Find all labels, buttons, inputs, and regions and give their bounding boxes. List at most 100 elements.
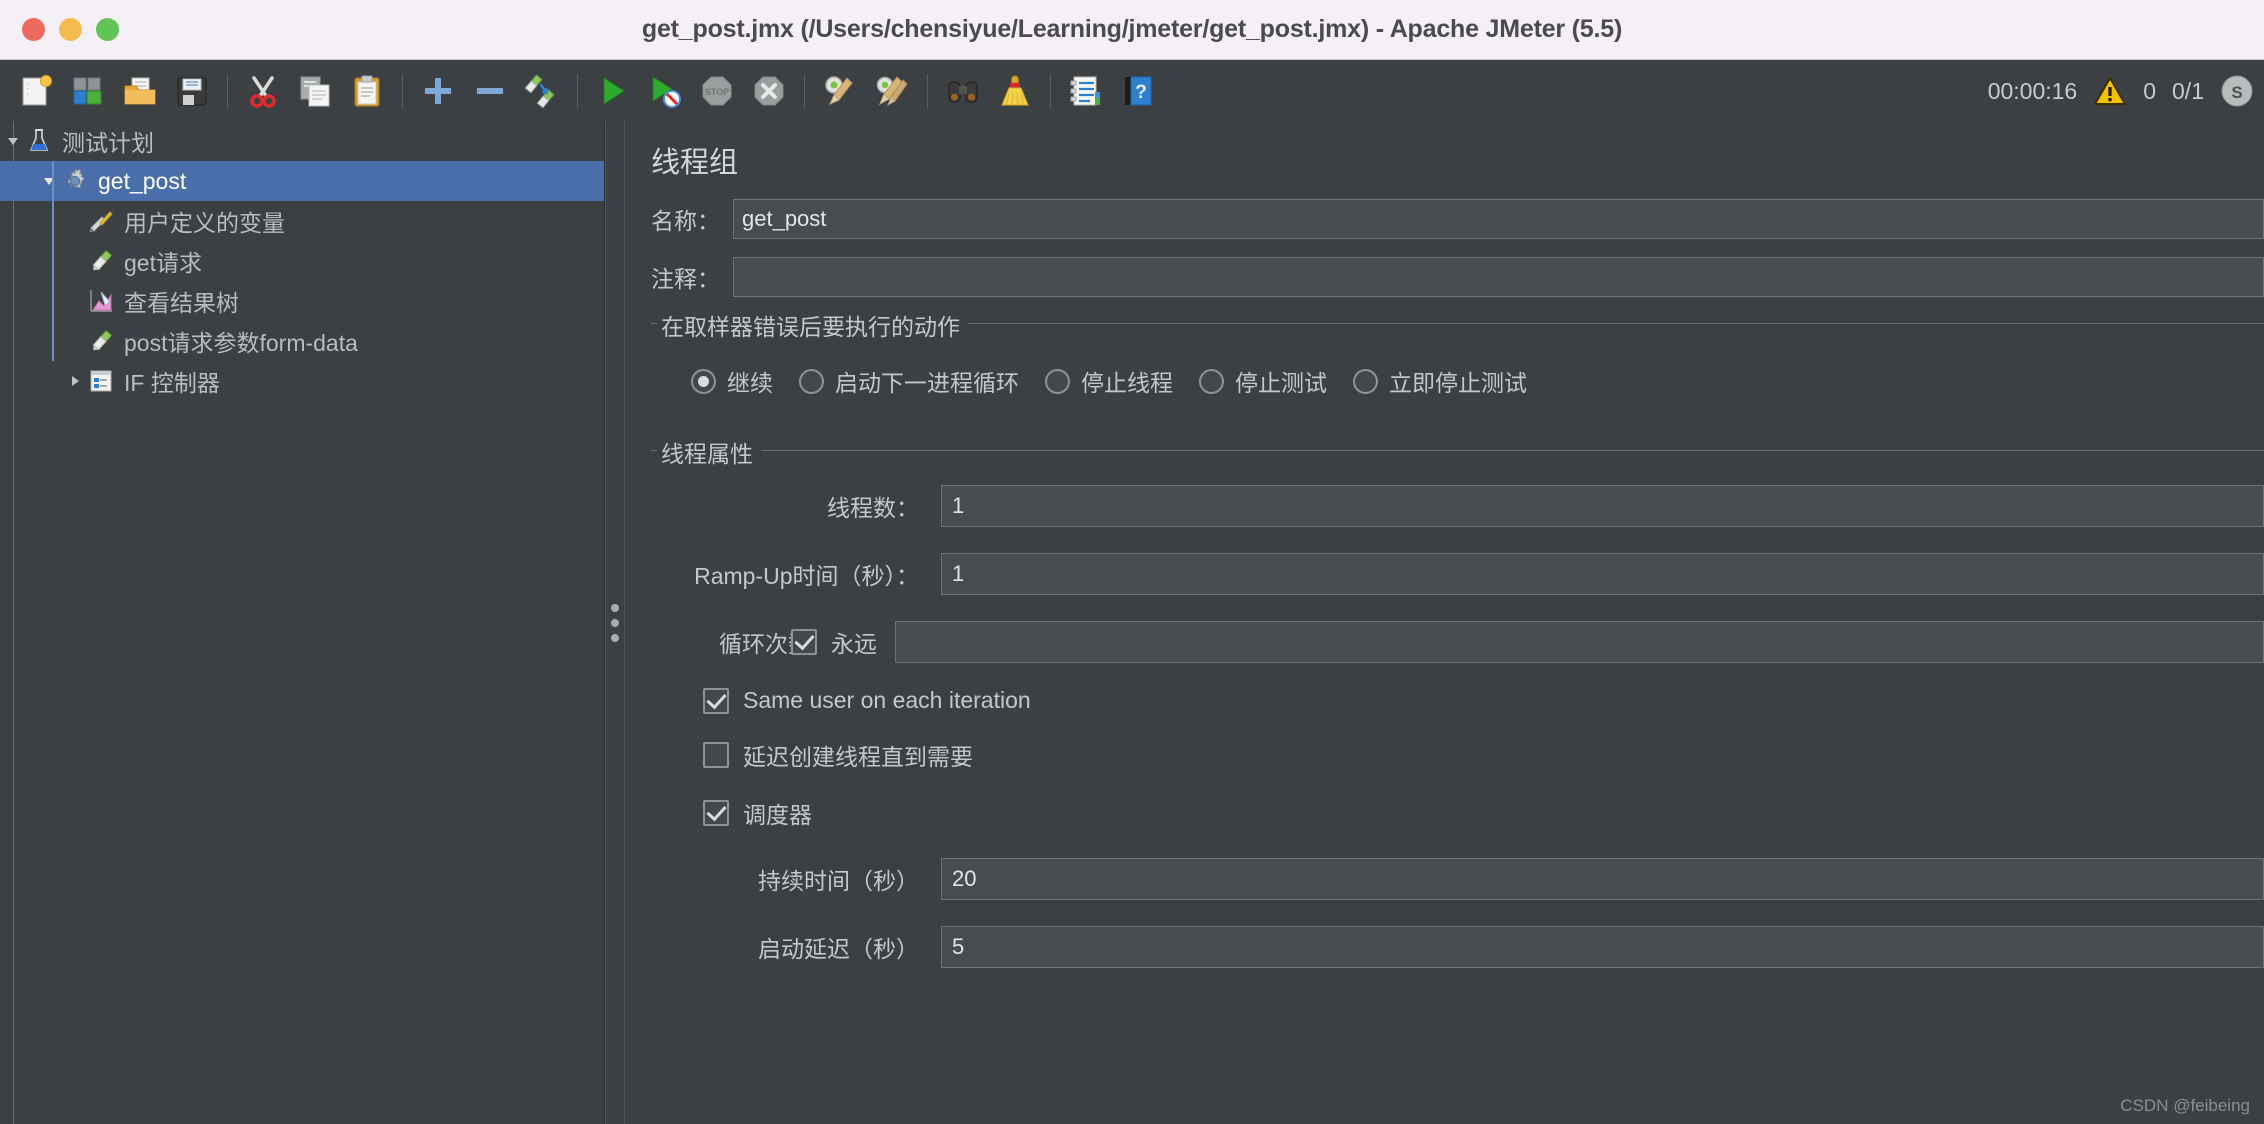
copy-icon <box>300 76 330 106</box>
cut-button[interactable] <box>237 65 289 117</box>
open-folder-icon <box>124 77 156 104</box>
watermark: CSDN @feibeing <box>2120 1096 2250 1115</box>
tree-node-user-defined-variables[interactable]: 用户定义的变量 <box>0 201 604 241</box>
same-user-row[interactable]: Same user on each iteration <box>651 687 2264 714</box>
save-floppy-icon <box>177 77 207 105</box>
close-window-button[interactable] <box>22 18 45 41</box>
expand-toggle-down-icon[interactable] <box>2 130 24 152</box>
search-button[interactable] <box>937 65 989 117</box>
warning-triangle-icon[interactable] <box>2093 76 2127 106</box>
shutdown-button[interactable] <box>743 65 795 117</box>
minimize-window-button[interactable] <box>59 18 82 41</box>
tree-node-if-controller[interactable]: IF 控制器 <box>0 361 604 401</box>
splitter-grip-icon <box>611 603 619 642</box>
tree-node-label: post请求参数form-data <box>124 330 358 356</box>
loop-forever-checkbox[interactable] <box>791 629 817 655</box>
radio-continue[interactable]: 继续 <box>691 364 773 398</box>
radio-label: 停止线程 <box>1081 370 1173 396</box>
tree-node-label: get_post <box>98 167 187 194</box>
num-threads-input[interactable]: 1 <box>941 485 2264 527</box>
delayed-start-row[interactable]: 延迟创建线程直到需要 <box>651 738 2264 772</box>
radio-stop-test[interactable]: 停止测试 <box>1199 364 1327 398</box>
duration-input[interactable]: 20 <box>941 858 2264 900</box>
comment-label: 注释： <box>651 266 720 292</box>
radio-label: 立即停止测试 <box>1389 370 1527 396</box>
maximize-window-button[interactable] <box>96 18 119 41</box>
toolbar-separator <box>402 73 403 108</box>
radio-stop-test-now[interactable]: 立即停止测试 <box>1353 364 1527 398</box>
comment-input[interactable] <box>733 257 2264 297</box>
tree-node-post-request[interactable]: post请求参数form-data <box>0 321 604 361</box>
num-threads-label: 线程数： <box>827 495 919 521</box>
radio-button-stop-test-now-icon[interactable] <box>1353 368 1378 394</box>
if-controller-icon <box>86 366 116 396</box>
new-button[interactable] <box>10 65 62 117</box>
stop-button[interactable]: STOP <box>691 65 743 117</box>
scheduler-checkbox[interactable] <box>703 800 729 826</box>
loop-forever-checkbox-group[interactable]: 永远 <box>791 625 877 659</box>
elapsed-time: 00:00:16 <box>1987 77 2078 104</box>
toggle-test-element-icon <box>525 73 555 108</box>
collapse-all-button[interactable] <box>464 65 516 117</box>
main-content: 测试计划 get_post 用户定义的变量 get请求 查看结果树 post请求… <box>0 121 2264 1124</box>
expand-toggle-down-icon[interactable] <box>38 170 60 192</box>
test-plan-tree[interactable]: 测试计划 get_post 用户定义的变量 get请求 查看结果树 post请求… <box>0 121 605 1124</box>
paste-button[interactable] <box>341 65 393 117</box>
function-helper-button[interactable] <box>1060 65 1112 117</box>
thread-status-icon: S <box>2221 75 2253 107</box>
tree-node-label: 用户定义的变量 <box>124 210 285 236</box>
start-button[interactable] <box>587 65 639 117</box>
ramp-up-label: Ramp-Up时间（秒）： <box>694 563 919 589</box>
expand-toggle-right-icon[interactable] <box>64 370 86 392</box>
delayed-start-checkbox[interactable] <box>703 742 729 768</box>
duration-row: 持续时间（秒） 20 <box>651 858 2264 900</box>
startup-delay-label: 启动延迟（秒） <box>758 936 919 962</box>
loop-count-input[interactable] <box>895 621 2264 663</box>
copy-button[interactable] <box>289 65 341 117</box>
scheduler-row[interactable]: 调度器 <box>651 796 2264 830</box>
reset-search-button[interactable] <box>989 65 1041 117</box>
radio-button-stop-test-icon[interactable] <box>1199 368 1224 394</box>
same-user-checkbox[interactable] <box>703 687 729 714</box>
error-count: 0 <box>2143 77 2157 104</box>
tree-node-view-results-tree[interactable]: 查看结果树 <box>0 281 604 321</box>
pane-splitter[interactable] <box>605 121 625 1124</box>
help-button[interactable]: ? <box>1112 65 1164 117</box>
tree-node-label: 查看结果树 <box>124 290 239 316</box>
function-helper-icon <box>1070 76 1100 105</box>
clear-broom-icon <box>825 75 853 105</box>
clear-all-broom-icon <box>876 75 908 106</box>
user-defined-variables-icon <box>86 206 116 236</box>
radio-stop-thread[interactable]: 停止线程 <box>1045 364 1173 398</box>
toggle-button[interactable] <box>516 65 568 117</box>
start-no-pauses-button[interactable] <box>639 65 691 117</box>
tree-node-get-request[interactable]: get请求 <box>0 241 604 281</box>
radio-button-start-next-loop-icon[interactable] <box>799 368 824 394</box>
http-sampler-icon <box>86 246 116 276</box>
tree-node-test-plan[interactable]: 测试计划 <box>0 121 604 161</box>
name-input[interactable]: get_post <box>733 199 2264 239</box>
expand-all-button[interactable] <box>412 65 464 117</box>
scissors-icon <box>250 75 276 108</box>
open-button[interactable] <box>114 65 166 117</box>
tree-node-label: get请求 <box>124 250 202 276</box>
thread-properties-legend: 线程属性 <box>657 435 761 469</box>
startup-delay-input[interactable]: 5 <box>941 926 2264 968</box>
view-results-tree-icon <box>86 286 116 316</box>
radio-button-stop-thread-icon[interactable] <box>1045 368 1070 394</box>
clear-button[interactable] <box>814 65 866 117</box>
delayed-start-label: 延迟创建线程直到需要 <box>743 744 973 770</box>
toolbar-separator <box>227 73 228 108</box>
tree-node-get-post[interactable]: get_post <box>0 161 604 201</box>
templates-button[interactable] <box>62 65 114 117</box>
clear-all-button[interactable] <box>866 65 918 117</box>
radio-button-continue-icon[interactable] <box>691 368 716 394</box>
ramp-up-input[interactable]: 1 <box>941 553 2264 595</box>
save-button[interactable] <box>166 65 218 117</box>
num-threads-row: 线程数： 1 <box>651 485 2264 527</box>
ramp-up-row: Ramp-Up时间（秒）： 1 <box>651 553 2264 595</box>
radio-start-next-loop[interactable]: 启动下一进程循环 <box>799 364 1019 398</box>
toolbar-separator <box>577 73 578 108</box>
shutdown-icon <box>754 76 784 105</box>
stop-icon: STOP <box>702 76 732 105</box>
